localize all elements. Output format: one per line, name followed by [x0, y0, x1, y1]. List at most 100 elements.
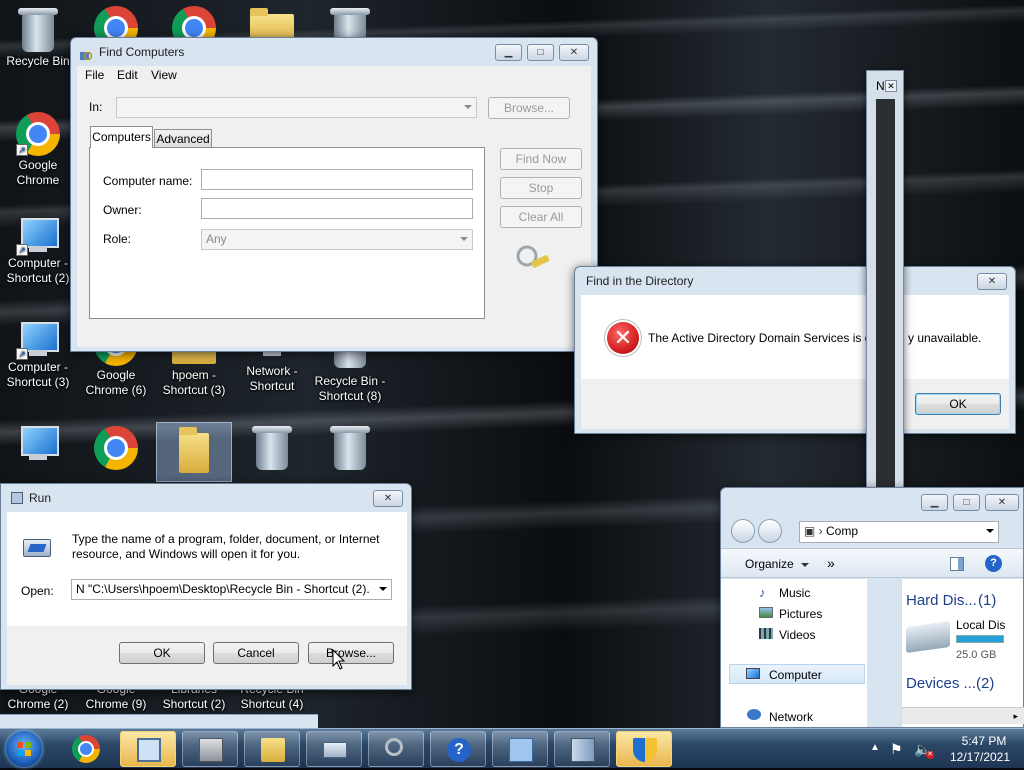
taskbar-files[interactable]	[554, 731, 610, 767]
in-label: In:	[89, 100, 103, 114]
desktop-icon-chrome-row5[interactable]	[78, 426, 154, 472]
more-commands-button[interactable]: »	[827, 555, 835, 571]
close-button[interactable]: ✕	[559, 44, 589, 61]
horizontal-scrollbar[interactable]: ▸	[902, 707, 1024, 724]
files-icon	[571, 738, 595, 762]
taskbar-security[interactable]	[616, 731, 672, 767]
command-bar: Organize » ?	[721, 548, 1023, 578]
open-input-value: N "C:\Users\hpoem\Desktop\Recycle Bin - …	[76, 582, 370, 596]
close-button[interactable]: ✕	[985, 494, 1019, 511]
tab-computers[interactable]: Computers	[90, 126, 153, 148]
run-titlebar[interactable]: Run ✕	[1, 484, 411, 512]
error-message-tail: y unavailable.	[908, 331, 982, 345]
minimize-button[interactable]: ▁	[495, 44, 522, 61]
find-computers-titlebar[interactable]: Find Computers ▁ □ ✕	[71, 38, 597, 66]
taskbar-network-admin[interactable]	[120, 731, 176, 767]
taskbar-search[interactable]	[368, 731, 424, 767]
desktop-icon-bin-row5-2[interactable]	[312, 426, 388, 472]
taskbar-find[interactable]	[492, 731, 548, 767]
taskbar-help[interactable]: ?	[430, 731, 486, 767]
group-devices[interactable]: Devices ...	[906, 675, 976, 692]
drive-size: 25.0 GB	[956, 649, 997, 661]
close-button[interactable]: ✕	[977, 273, 1007, 290]
drive-label[interactable]: Local Dis	[956, 618, 1005, 632]
maximize-button[interactable]: □	[527, 44, 554, 61]
menu-bar: File Edit View	[77, 66, 591, 84]
help-icon[interactable]: ?	[985, 555, 1002, 572]
menu-edit[interactable]: Edit	[117, 68, 138, 82]
desktop-icon-recycle-bin[interactable]: Recycle Bin	[0, 6, 76, 69]
find-in-directory-client: ✕ The Active Directory Domain Services i…	[581, 295, 1009, 429]
desktop-icon-label: Google Chrome (6)	[85, 368, 147, 397]
nav-item-music[interactable]: Music	[779, 586, 810, 600]
search-flashlight-icon	[515, 244, 551, 275]
show-hidden-icons-icon[interactable]: ▲	[870, 742, 880, 753]
clear-all-button[interactable]: Clear All	[500, 206, 582, 228]
taskbar-folder[interactable]	[244, 731, 300, 767]
start-orb-icon[interactable]	[6, 731, 42, 767]
preview-pane-icon[interactable]	[950, 557, 964, 571]
taskbar-server[interactable]	[182, 731, 238, 767]
desktop-icon-google-chrome[interactable]: ↗ Google Chrome	[0, 112, 76, 188]
run-ok-button[interactable]: OK	[119, 642, 205, 664]
music-icon: ♪	[759, 585, 766, 600]
in-browse-button[interactable]: Browse...	[488, 97, 570, 119]
find-computers-icon	[79, 45, 93, 61]
tab-advanced[interactable]: Advanced	[154, 129, 212, 148]
stop-button[interactable]: Stop	[500, 177, 582, 199]
background-window-edge	[0, 714, 318, 728]
desktop-icon-computer-shortcut-2[interactable]: ↗ Computer - Shortcut (2)	[0, 218, 76, 286]
group-devices-count: (2)	[976, 675, 995, 692]
find-in-directory-titlebar[interactable]: Find in the Directory ✕	[575, 267, 1015, 295]
nav-item-pictures[interactable]: Pictures	[779, 607, 822, 621]
menu-file[interactable]: File	[85, 68, 104, 82]
open-input[interactable]: N "C:\Users\hpoem\Desktop\Recycle Bin - …	[71, 579, 392, 600]
desktop-icon-computer[interactable]	[0, 426, 76, 464]
taskbar: ? ▲ ⚑ 🔈 ✕ 5:47 PM 12/17/2021	[0, 728, 1024, 768]
hard-drive-icon	[906, 620, 950, 654]
nav-item-computer: Computer	[769, 668, 822, 682]
find-now-button[interactable]: Find Now	[500, 148, 582, 170]
explorer-window: ▁ □ ✕ ▣ › Comp Organize » ? ♪ Music Pict…	[720, 487, 1024, 728]
find-computers-title: Find Computers	[99, 45, 185, 59]
nav-item-network[interactable]: Network	[769, 710, 813, 724]
desktop-icon-user-folder-selected[interactable]	[156, 422, 232, 482]
maximize-button[interactable]: □	[953, 494, 980, 511]
run-body	[7, 512, 407, 626]
network-admin-icon	[137, 738, 161, 762]
recycle-bin-icon	[330, 426, 370, 470]
chrome-icon[interactable]	[72, 735, 100, 763]
network-icon	[747, 709, 761, 720]
computer-name-field[interactable]	[201, 169, 473, 190]
address-text: Comp	[826, 524, 859, 538]
nav-item-computer-selected[interactable]: Computer	[729, 664, 865, 684]
in-dropdown[interactable]	[116, 97, 477, 118]
address-bar[interactable]: ▣ › Comp	[799, 521, 999, 543]
run-browse-button[interactable]: Browse...	[308, 642, 394, 664]
back-button[interactable]	[731, 519, 755, 543]
chevron-down-icon	[464, 105, 472, 109]
ok-button[interactable]: OK	[915, 393, 1001, 415]
desktop-icon-computer-shortcut-3[interactable]: ↗ Computer - Shortcut (3)	[0, 322, 76, 390]
nav-item-videos[interactable]: Videos	[779, 628, 815, 642]
clock-time[interactable]: 5:47 PM	[954, 734, 1014, 748]
close-icon[interactable]: ✕	[885, 80, 897, 92]
desktop-icon-label: Google Chrome	[16, 158, 60, 187]
forward-button[interactable]	[758, 519, 782, 543]
organize-button[interactable]: Organize	[745, 557, 794, 571]
desktop-icon-bin-row5-1[interactable]	[234, 426, 310, 472]
error-message: The Active Directory Domain Services is …	[648, 331, 878, 345]
owner-field[interactable]	[201, 198, 473, 219]
role-dropdown[interactable]: Any	[201, 229, 473, 250]
owner-label: Owner:	[103, 203, 142, 217]
close-button[interactable]: ✕	[373, 490, 403, 507]
run-cancel-button[interactable]: Cancel	[213, 642, 299, 664]
action-center-flag-icon[interactable]: ⚑	[890, 741, 903, 758]
group-hard-disks[interactable]: Hard Dis...	[906, 592, 977, 609]
navigation-pane: ♪ Music Pictures Videos Computer Network	[721, 579, 867, 727]
scroll-right-icon[interactable]: ▸	[1013, 711, 1018, 722]
menu-view[interactable]: View	[151, 68, 177, 82]
clock-date[interactable]: 12/17/2021	[942, 750, 1018, 764]
minimize-button[interactable]: ▁	[921, 494, 948, 511]
taskbar-run[interactable]	[306, 731, 362, 767]
